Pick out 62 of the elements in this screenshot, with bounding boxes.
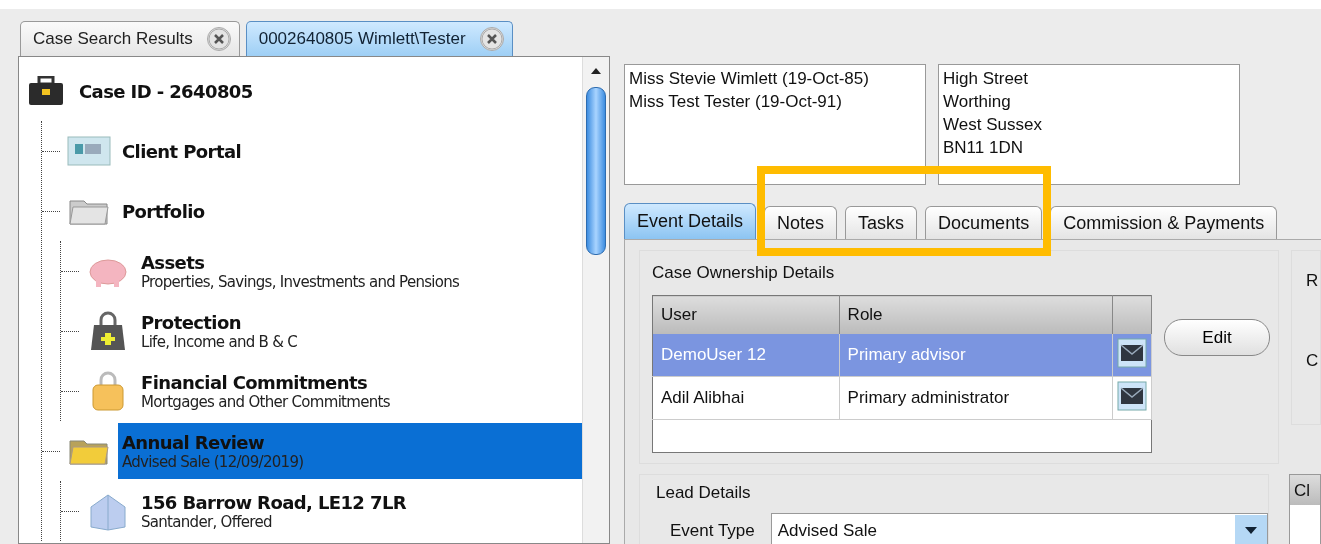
tree-item[interactable]: Annual Review Advised Sale (12/09/2019) <box>118 423 582 479</box>
party-name: Miss Stevie Wimlett (19-Oct-85) <box>629 68 870 90</box>
tree-item-title: Portfolio <box>122 200 206 222</box>
tree-item-title: Annual Review <box>122 431 265 453</box>
group-title: Lead Details <box>656 483 752 503</box>
window-icon <box>67 136 111 166</box>
party-name: Miss Test Tester (19-Oct-91) <box>629 91 843 113</box>
tab[interactable]: 0002640805 Wimlett\Tester <box>245 21 513 56</box>
tree-item[interactable]: Portfolio <box>118 183 582 239</box>
field-label: C <box>1306 351 1320 371</box>
tree-item-title: Client Portal <box>122 140 242 162</box>
column-header: Role <box>839 295 1113 334</box>
table-row[interactable]: Adil Alibhai Primary administrator <box>652 376 1152 420</box>
dropdown-arrow-icon[interactable] <box>1235 515 1267 544</box>
column-header: User <box>652 295 840 334</box>
envelope-icon[interactable] <box>1117 337 1147 368</box>
table-cell: Primary advisor <box>839 334 1113 377</box>
tab[interactable]: Tasks <box>845 206 918 239</box>
table-cell: Adil Alibhai <box>652 376 840 420</box>
edit-button[interactable]: Edit <box>1164 319 1270 356</box>
tree-item-subtitle: Properties, Savings, Investments and Pensions <box>141 272 461 291</box>
folder-icon <box>69 197 109 225</box>
tab[interactable]: Event Details <box>624 203 757 239</box>
address-line: BN11 1DN <box>943 137 1024 159</box>
tree-item-subtitle: Life, Income and B & C <box>141 332 299 351</box>
tree-item-subtitle: Advised Sale (12/09/2019) <box>122 452 305 471</box>
tab[interactable]: Commission & Payments <box>1050 206 1278 239</box>
envelope-icon[interactable] <box>1117 380 1147 411</box>
tree-item[interactable]: Assets Properties, Savings, Investments and Pensions <box>137 243 582 299</box>
tree-item[interactable]: Financial Commitments Mortgages and Other Commitments <box>137 363 582 419</box>
address-line: Worthing <box>943 91 1012 113</box>
tree-item-subtitle: Mortgages and Other Commitments <box>141 392 391 411</box>
briefcase-icon <box>28 76 64 106</box>
table-cell: DemoUser 12 <box>652 334 840 377</box>
scrollbar-thumb[interactable] <box>586 87 606 255</box>
padlock-icon <box>90 311 126 351</box>
tree-item[interactable]: Case ID - 2640805 <box>75 63 582 119</box>
tab[interactable]: Notes <box>764 206 838 239</box>
tree-item-title: Case ID - 2640805 <box>79 80 254 102</box>
table-cell: Primary administrator <box>839 376 1113 420</box>
padlock-icon <box>90 371 126 411</box>
tree-item[interactable]: Client Portal <box>118 123 582 179</box>
field-label: Event Type <box>670 520 755 541</box>
tree-item[interactable]: Protection Life, Income and B & C <box>137 303 582 359</box>
scrollbar[interactable] <box>582 57 609 543</box>
column-header: Cl <box>1290 475 1320 505</box>
tree-item-title: Financial Commitments <box>141 371 369 393</box>
event-type-dropdown[interactable]: Advised Sale <box>770 513 1268 544</box>
address-line: High Street <box>943 68 1030 90</box>
tab[interactable]: Documents <box>925 206 1043 239</box>
tree-item-title: Protection <box>141 311 242 333</box>
tree-item-title: Assets <box>141 251 206 273</box>
field-label: R <box>1306 271 1320 291</box>
tree-item-subtitle: Santander, Offered <box>141 512 273 531</box>
tree-item[interactable]: 156 Barrow Road, LE12 7LR Santander, Offered <box>137 483 582 539</box>
tab[interactable]: Case Search Results <box>20 21 240 56</box>
close-icon[interactable] <box>206 27 231 51</box>
close-icon[interactable] <box>479 27 504 51</box>
folder-icon <box>69 437 109 465</box>
group-title: Case Ownership Details <box>652 263 836 283</box>
tree-item-title: 156 Barrow Road, LE12 7LR <box>141 491 408 513</box>
address-line: West Sussex <box>943 114 1043 136</box>
